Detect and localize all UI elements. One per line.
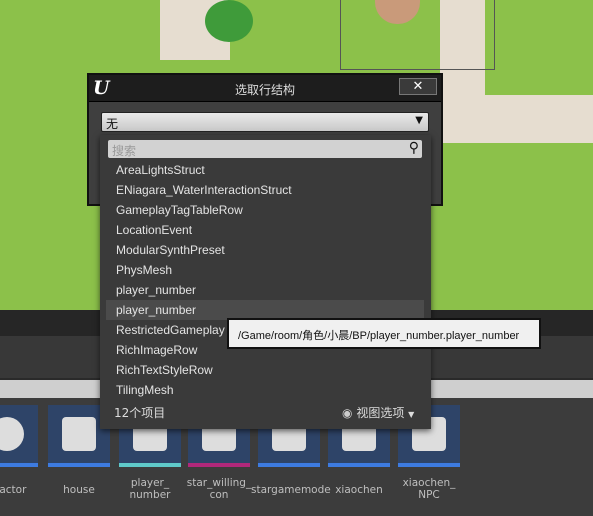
asset-label: e_actor [0,484,27,496]
asset-label: star_willing_ con [186,477,252,501]
struct-list-item[interactable]: ENiagara_WaterInteractionStruct [106,180,424,200]
item-count: 12个项目 [114,406,166,420]
tree-sprite [205,0,253,42]
asset-label: house [63,484,95,496]
asset-label: stargamemode [251,484,331,496]
view-options-button[interactable]: ◉ 视图选项 ▼ [342,404,414,421]
struct-list-item[interactable]: player_number [106,300,424,320]
chevron-down-icon: ▼ [408,410,415,419]
search-icon: ⚲ [408,140,419,156]
struct-list-item[interactable]: LocationEvent [106,220,424,240]
combobox-value: 无 [106,117,119,131]
asset-icon [0,417,24,451]
asset-icon [62,417,96,451]
selection-box [340,0,495,70]
asset-label: xiaochen_ NPC [402,477,456,501]
asset-label: xiaochen [335,484,383,496]
asset-label: player_ number [129,477,171,501]
eye-icon: ◉ [342,406,353,420]
title-bar[interactable]: U 选取行结构 ✕ [89,75,441,102]
search-placeholder: 搜索 [112,144,137,158]
row-struct-combobox[interactable]: 无 ▼ [101,112,429,132]
struct-list-item[interactable]: ModularSynthPreset [106,240,424,260]
struct-dropdown-list: 搜索 ⚲ AreaLightsStruct ENiagara_WaterInter… [100,135,431,429]
asset-thumbnail[interactable] [0,405,38,467]
chevron-down-icon: ▼ [415,115,423,126]
struct-list-item[interactable]: PhysMesh [106,260,424,280]
tooltip: /Game/room/角色/小晨/BP/player_number.player… [227,318,541,349]
struct-list-item[interactable]: RichTextStyleRow [106,360,424,380]
struct-list-item[interactable]: GameplayTagTableRow [106,200,424,220]
struct-list-item[interactable]: player_number [106,280,424,300]
close-button[interactable]: ✕ [399,78,437,95]
dialog-title: 选取行结构 [234,83,295,97]
search-input[interactable]: 搜索 ⚲ [108,140,422,158]
struct-list-item[interactable]: TilingMesh [106,380,424,400]
struct-list-item[interactable]: AreaLightsStruct [106,160,424,180]
view-options-label: 视图选项 [356,406,405,420]
